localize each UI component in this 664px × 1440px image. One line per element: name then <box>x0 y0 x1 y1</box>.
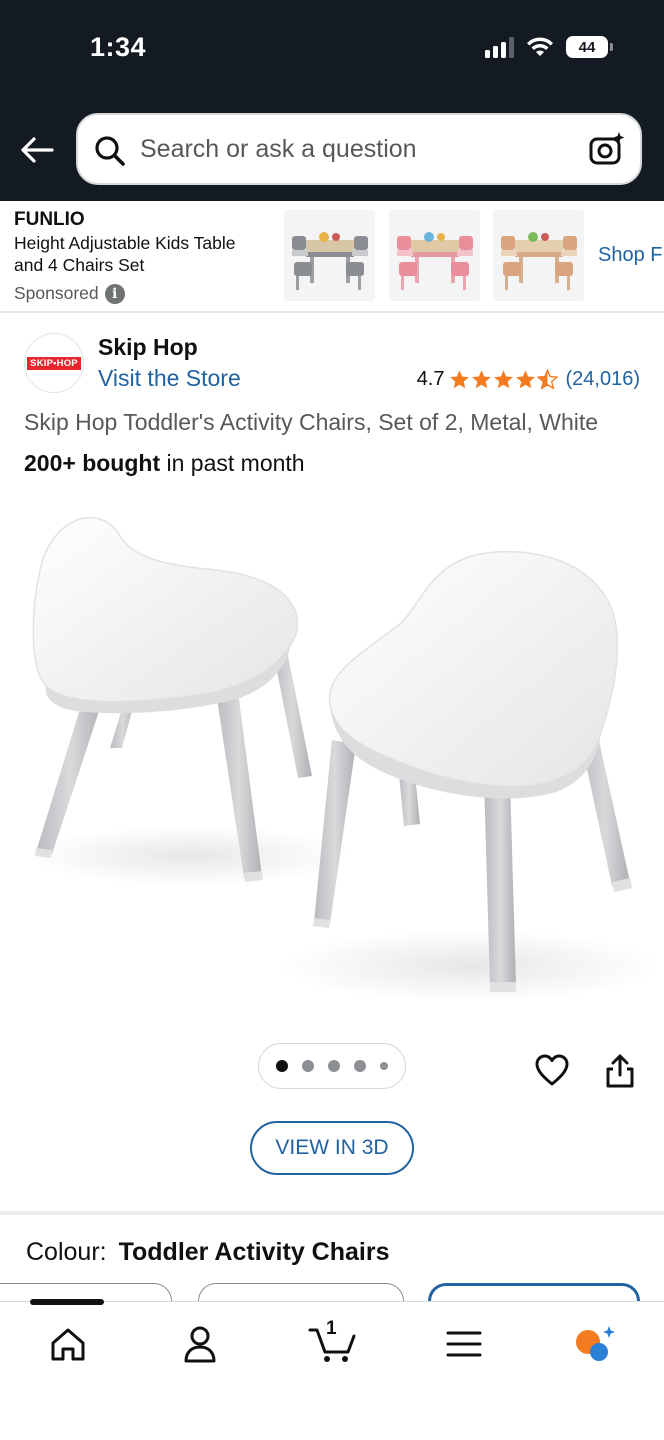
ad-thumbnail-pink[interactable] <box>389 210 480 301</box>
bought-count: 200+ bought <box>24 450 161 476</box>
status-icons: 44 <box>485 36 613 58</box>
signal-icon <box>485 36 514 58</box>
product-title[interactable]: Skip Hop Toddler's Activity Chairs, Set … <box>24 409 598 436</box>
back-arrow-icon[interactable] <box>18 132 56 168</box>
search-input[interactable] <box>140 115 570 183</box>
colour-selector-label: Colour: Toddler Activity Chairs <box>26 1238 389 1267</box>
battery-icon: 44 <box>566 36 613 58</box>
camera-lens-icon[interactable] <box>588 131 626 167</box>
ad-brand-name: FUNLIO <box>14 209 85 230</box>
star-full-icon <box>471 370 491 389</box>
view-in-3d-button[interactable]: VIEW IN 3D <box>250 1121 414 1175</box>
cart-button[interactable]: 1 <box>308 1318 358 1364</box>
rating-count[interactable]: (24,016) <box>566 368 641 391</box>
search-icon <box>95 136 125 166</box>
image-carousel-indicator[interactable] <box>258 1043 406 1089</box>
store-logo-text: SKIP•HOP <box>27 356 81 370</box>
bought-period: in past month <box>160 450 305 476</box>
carousel-dot-5[interactable] <box>380 1062 388 1070</box>
top-header: 1:34 44 <box>0 0 664 201</box>
cart-count: 1 <box>326 1318 337 1339</box>
battery-level: 44 <box>578 38 596 56</box>
star-half-icon <box>536 369 558 390</box>
active-tab-indicator <box>30 1299 104 1305</box>
sponsored-text: Sponsored <box>14 283 99 303</box>
status-time: 1:34 <box>90 32 147 62</box>
carousel-dot-4[interactable] <box>354 1060 366 1072</box>
carousel-dot-3[interactable] <box>328 1060 340 1072</box>
menu-icon[interactable] <box>442 1324 486 1364</box>
home-icon[interactable] <box>46 1324 90 1364</box>
star-full-icon <box>493 370 513 389</box>
wifi-icon <box>527 37 553 56</box>
share-icon[interactable] <box>604 1053 636 1089</box>
bought-in-past-month: 200+ bought in past month <box>24 450 305 477</box>
carousel-dot-1[interactable] <box>276 1060 288 1072</box>
visit-store-link[interactable]: Visit the Store <box>98 365 241 392</box>
store-name[interactable]: Skip Hop <box>98 334 198 361</box>
ad-thumbnail-grey[interactable] <box>284 210 375 301</box>
ad-title[interactable]: Height Adjustable Kids Table and 4 Chair… <box>14 232 264 276</box>
sponsored-label: Sponsored i <box>14 283 125 304</box>
search-bar[interactable] <box>76 113 642 185</box>
star-full-icon <box>515 370 535 389</box>
heart-icon[interactable] <box>534 1053 570 1087</box>
bottom-nav: 1 <box>0 1299 664 1440</box>
rating-value: 4.7 <box>416 368 445 390</box>
shop-brand-link[interactable]: Shop FU <box>598 244 664 267</box>
rating-summary[interactable]: 4.7 (24,016) <box>417 368 640 391</box>
account-icon[interactable] <box>178 1324 222 1364</box>
colour-value: Toddler Activity Chairs <box>118 1238 390 1266</box>
store-logo[interactable]: SKIP•HOP <box>24 333 84 393</box>
sponsored-banner[interactable]: FUNLIO Height Adjustable Kids Table and … <box>0 201 664 313</box>
ad-thumbnail-natural[interactable] <box>493 210 584 301</box>
section-divider <box>0 1211 664 1215</box>
info-icon[interactable]: i <box>104 283 125 304</box>
carousel-dot-2[interactable] <box>302 1060 314 1072</box>
star-rating <box>449 369 558 390</box>
product-image[interactable] <box>0 496 664 1036</box>
rufus-assistant-icon[interactable] <box>572 1324 616 1364</box>
star-full-icon <box>449 370 469 389</box>
colour-label: Colour: <box>26 1238 107 1266</box>
